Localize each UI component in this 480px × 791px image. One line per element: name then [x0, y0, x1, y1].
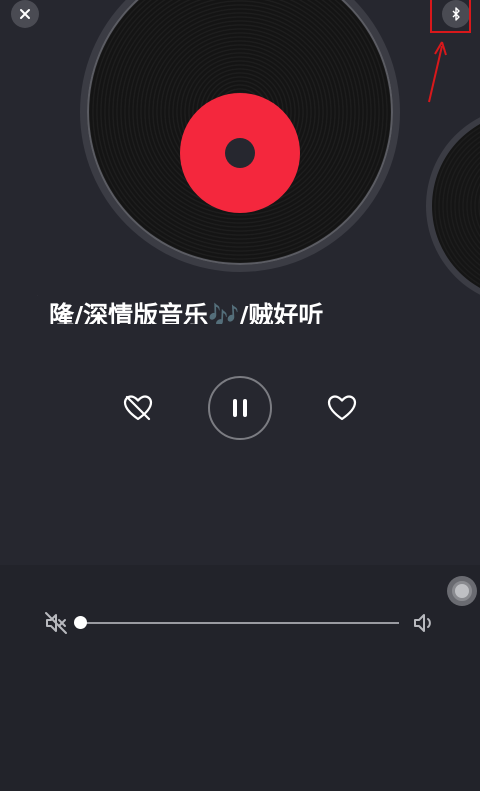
annotation-highlight-box — [430, 0, 471, 33]
volume-up-button[interactable] — [411, 610, 437, 636]
close-button[interactable] — [11, 0, 39, 28]
like-button[interactable] — [322, 388, 362, 428]
lower-panel — [0, 565, 480, 791]
song-title-text: 隆/深情版音乐🎶/贼好听 — [49, 301, 324, 324]
volume-mute-icon — [45, 612, 67, 634]
current-record[interactable] — [80, 0, 400, 272]
record-spindle-hole — [225, 138, 255, 168]
volume-slider-thumb[interactable] — [74, 616, 87, 629]
pause-button[interactable] — [208, 376, 272, 440]
heart-icon — [327, 395, 357, 421]
title-prefix-fragment: 阝 — [37, 290, 49, 324]
volume-slider-track[interactable] — [81, 622, 399, 624]
record-area — [0, 0, 480, 272]
song-title: 阝隆/深情版音乐🎶/贼好听 — [37, 290, 477, 324]
floating-button-core — [452, 581, 472, 601]
close-icon — [20, 9, 30, 19]
heart-off-icon — [123, 395, 153, 421]
player-screen: 阝隆/深情版音乐🎶/贼好听 — [0, 0, 480, 791]
pause-icon — [233, 399, 247, 417]
volume-up-icon — [414, 614, 431, 632]
annotation-arrow — [428, 41, 447, 103]
dislike-button[interactable] — [118, 388, 158, 428]
volume-mute-button[interactable] — [43, 610, 69, 636]
floating-assistive-button[interactable] — [447, 576, 477, 606]
